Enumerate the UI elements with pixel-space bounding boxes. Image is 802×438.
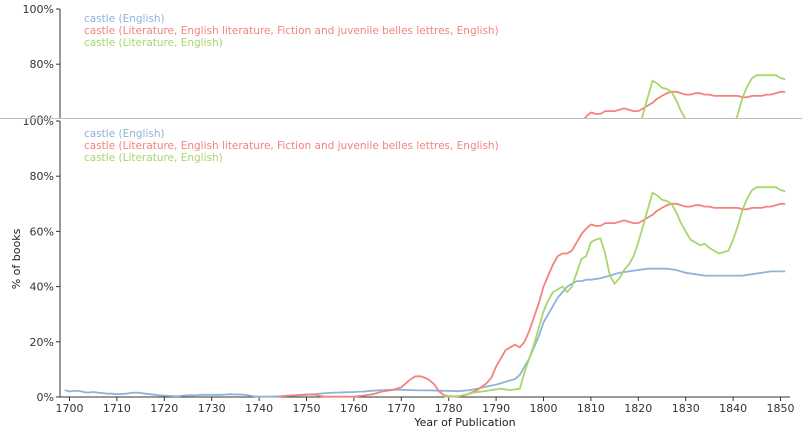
y-tick-label: 60% [30,225,54,238]
x-tick-label: 1710 [103,402,131,415]
series-line-2 [277,202,786,398]
y-tick-label: 80% [30,58,54,71]
line-chart-main: 0% 20% 40% 60% 80% 100% 1700 1710 1720 1730 1740 17… [10,119,795,429]
y-tick-label: 100% [23,3,54,16]
x-tick-label: 1700 [55,402,83,415]
x-tick-label: 1760 [340,402,368,415]
x-tick-label: 1840 [719,402,747,415]
y-tick-label: 0% [37,391,54,404]
x-tick-label: 1810 [577,402,605,415]
x-tick-label: 1720 [150,402,178,415]
legend-entry-1[interactable]: castle (English) [84,13,165,25]
y-tick-label: 60% [30,113,54,118]
series-line-3 [444,186,786,398]
x-tick-label: 1850 [767,402,795,415]
legend-entry-3[interactable]: castle (Literature, English) [84,37,223,49]
x-tick-label: 1800 [530,402,558,415]
x-tick-label: 1830 [672,402,700,415]
y-tick-label: 80% [30,170,54,183]
x-axis-title: Year of Publication [413,416,515,429]
y-tick-label: 40% [30,281,54,294]
legend-entry-2[interactable]: castle (Literature, English literature, … [84,25,499,37]
y-axis-title: % of books [10,228,23,289]
chart-top-panel: 0%20%40%60%80%100%castle (English)castle… [0,0,802,119]
x-tick-label: 1740 [245,402,273,415]
y-tick-label: 100% [23,119,54,128]
legend-entry-3[interactable]: castle (Literature, English) [84,152,223,164]
x-tick-label: 1780 [435,402,463,415]
x-tick-label: 1770 [387,402,415,415]
series-line-2 [583,90,786,118]
chart-main-panel: 0% 20% 40% 60% 80% 100% 1700 1710 1720 1730 1740 17… [0,119,802,438]
line-chart-top: 0%20%40%60%80%100%castle (English)castle… [23,3,786,118]
x-tick-label: 1790 [482,402,510,415]
legend-entry-1[interactable]: castle (English) [84,128,165,140]
y-tick-label: 20% [30,336,54,349]
legend-entry-2[interactable]: castle (Literature, English literature, … [84,140,499,152]
x-tick-label: 1750 [292,402,320,415]
x-tick-label: 1820 [624,402,652,415]
x-tick-label: 1730 [198,402,226,415]
